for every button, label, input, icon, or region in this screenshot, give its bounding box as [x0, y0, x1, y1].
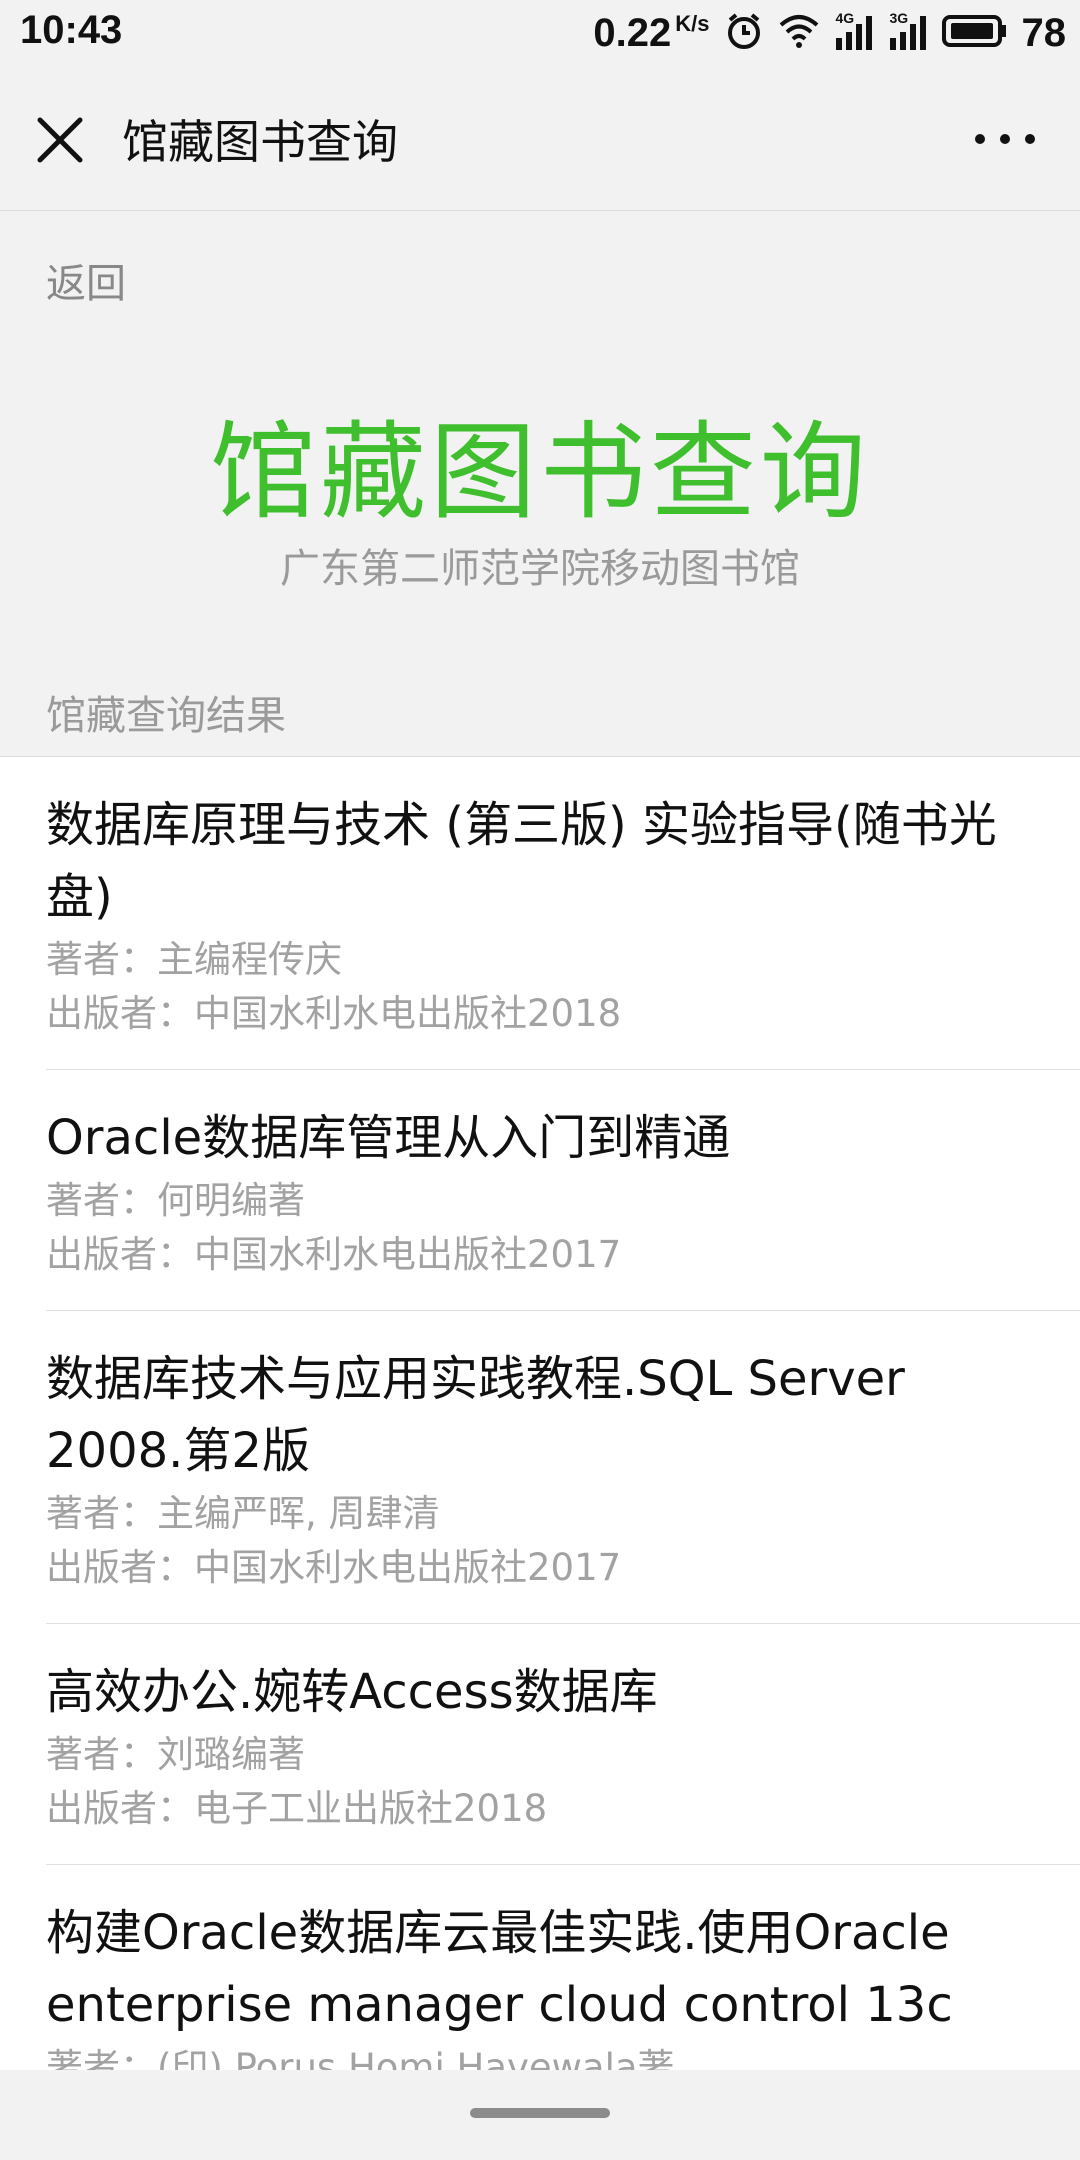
network-speed-unit: K/s — [675, 10, 710, 36]
results-list: 数据库原理与技术 (第三版) 实验指导(随书光盘) 著者：主编程传庆 出版者：中… — [0, 756, 1080, 2070]
book-title: 构建Oracle数据库云最佳实践.使用Oracle enterprise man… — [46, 1905, 953, 2033]
status-icons: 0.22 K/s 4G 3G 78 — [593, 8, 1066, 58]
book-title: 数据库技术与应用实践教程.SQL Server 2008.第2版 — [46, 1351, 905, 1479]
book-author: 著者：刘璐编著 — [46, 1733, 305, 1776]
home-indicator[interactable] — [470, 2108, 610, 2118]
book-publisher: 出版者：电子工业出版社2018 — [46, 1787, 548, 1830]
book-author: 著者：何明编著 — [46, 1179, 305, 1222]
signal-4g-label: 4G — [835, 10, 855, 26]
alarm-icon — [724, 11, 764, 56]
back-link[interactable]: 返回 — [46, 251, 126, 309]
signal-3g-icon: 3G — [888, 10, 928, 52]
signal-3g-label: 3G — [889, 10, 909, 26]
book-author: 著者：主编严晖, 周肆清 — [46, 1492, 440, 1535]
hero-subtitle: 广东第二师范学院移动图书馆 — [280, 546, 800, 592]
signal-4g-icon: 4G — [834, 10, 874, 52]
nav-bar: 馆藏图书查询 — [0, 66, 1080, 211]
close-icon — [37, 117, 83, 163]
book-item[interactable]: Oracle数据库管理从入门到精通 著者：何明编著 出版者：中国水利水电出版社2… — [46, 1070, 1080, 1311]
book-author: 著者：主编程传庆 — [46, 938, 342, 981]
book-publisher: 出版者：中国水利水电出版社2017 — [46, 1233, 622, 1276]
page-content: 返回 馆藏图书查询 广东第二师范学院移动图书馆 馆藏查询结果 数据库原理与技术 … — [0, 211, 1080, 2070]
close-button[interactable] — [32, 112, 88, 168]
hero-title: 馆藏图书查询 — [210, 411, 870, 534]
more-button[interactable] — [970, 124, 1040, 154]
book-publisher: 出版者：中国水利水电出版社2017 — [46, 1546, 622, 1589]
status-time: 10:43 — [20, 8, 123, 52]
network-speed: 0.22 K/s — [593, 11, 709, 56]
wifi-icon — [778, 13, 820, 54]
book-author: 著者：(印) Porus Homi Havewala著 — [46, 2046, 675, 2070]
book-title: 数据库原理与技术 (第三版) 实验指导(随书光盘) — [46, 797, 997, 925]
book-title: Oracle数据库管理从入门到精通 — [46, 1110, 731, 1166]
book-item[interactable]: 数据库原理与技术 (第三版) 实验指导(随书光盘) 著者：主编程传庆 出版者：中… — [46, 757, 1080, 1070]
nav-title: 馆藏图书查询 — [122, 115, 398, 169]
status-bar: 10:43 0.22 K/s 4G 3G 78 — [0, 0, 1080, 66]
book-publisher: 出版者：中国水利水电出版社2018 — [46, 992, 622, 1035]
book-item[interactable]: 高效办公.婉转Access数据库 著者：刘璐编著 出版者：电子工业出版社2018 — [46, 1624, 1080, 1865]
bottom-bar — [0, 2070, 1080, 2160]
network-speed-value: 0.22 — [593, 10, 672, 55]
more-icon — [975, 134, 1035, 144]
book-item[interactable]: 数据库技术与应用实践教程.SQL Server 2008.第2版 著者：主编严晖… — [46, 1311, 1080, 1624]
battery-icon — [941, 14, 1008, 53]
battery-level: 78 — [1021, 10, 1067, 55]
book-item[interactable]: 构建Oracle数据库云最佳实践.使用Oracle enterprise man… — [46, 1865, 1080, 2070]
book-title: 高效办公.婉转Access数据库 — [46, 1664, 658, 1720]
results-section-title: 馆藏查询结果 — [46, 693, 286, 739]
